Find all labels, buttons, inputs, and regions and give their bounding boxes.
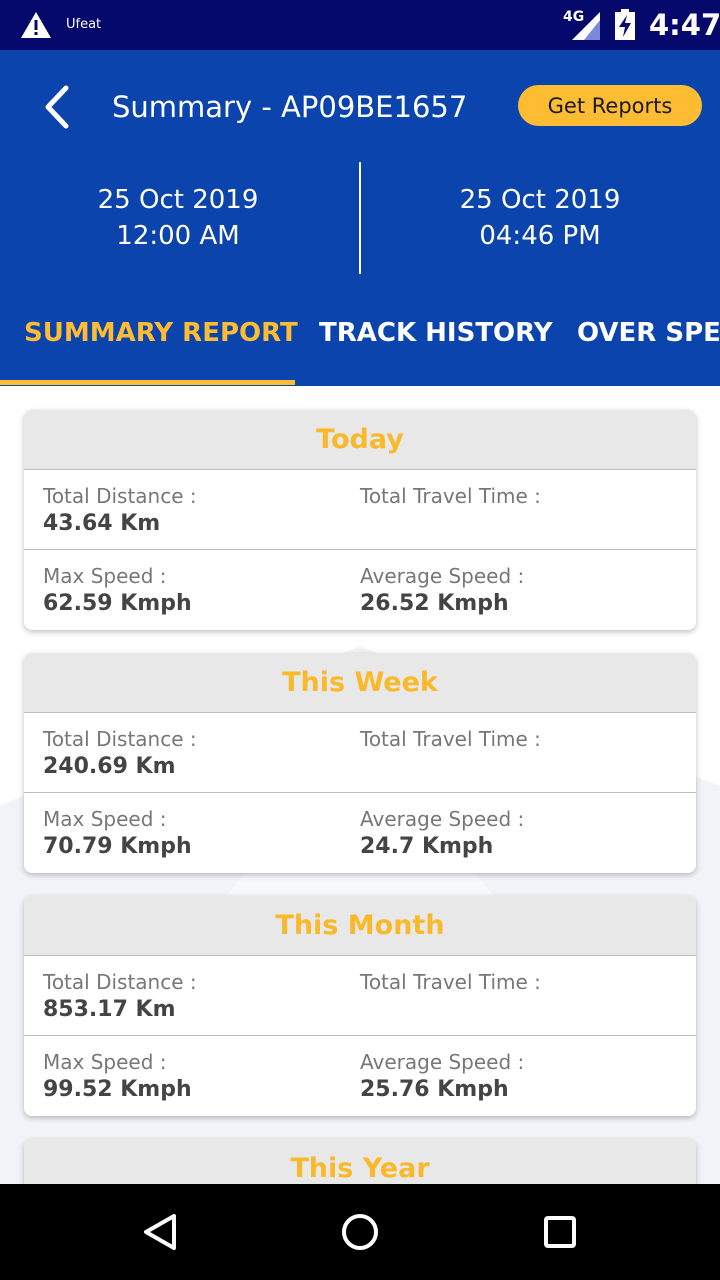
nav-home-icon[interactable] — [338, 1210, 382, 1254]
average-speed-label: Average Speed : — [360, 807, 525, 831]
tab-summary-report[interactable]: SUMMARY REPORT — [24, 318, 298, 348]
total-distance-value: 240.69 Km — [43, 754, 176, 779]
nav-back-icon[interactable] — [138, 1210, 182, 1254]
card-row: Total Distance : 853.17 Km Total Travel … — [24, 956, 696, 1036]
summary-card-this-week: This Week Total Distance : 240.69 Km Tot… — [24, 653, 696, 873]
card-row: Total Distance : 240.69 Km Total Travel … — [24, 713, 696, 793]
warning-icon — [21, 12, 51, 38]
total-distance-label: Total Distance : — [43, 727, 197, 751]
report-tabs: SUMMARY REPORT TRACK HISTORY OVER SPEE — [0, 304, 720, 386]
card-title: This Year — [24, 1139, 696, 1184]
from-time: 12:00 AM — [116, 221, 240, 251]
to-date: 25 Oct 2019 — [459, 185, 621, 215]
max-speed-value: 62.59 Kmph — [43, 591, 192, 616]
max-speed-label: Max Speed : — [43, 1050, 167, 1074]
tab-over-speed[interactable]: OVER SPEE — [577, 318, 720, 348]
tab-track-history[interactable]: TRACK HISTORY — [319, 318, 553, 348]
date-divider — [359, 162, 361, 274]
card-row: Max Speed : 99.52 Kmph Average Speed : 2… — [24, 1036, 696, 1116]
max-speed-value: 99.52 Kmph — [43, 1077, 192, 1102]
back-arrow-icon[interactable] — [36, 84, 80, 130]
average-speed-value: 26.52 Kmph — [360, 591, 509, 616]
summary-card-this-year: This Year — [24, 1139, 696, 1184]
system-nav-bar — [0, 1184, 720, 1280]
card-title: This Month — [24, 896, 696, 956]
get-reports-button[interactable]: Get Reports — [518, 85, 702, 126]
total-distance-value: 43.64 Km — [43, 511, 161, 536]
from-date: 25 Oct 2019 — [97, 185, 259, 215]
signal-icon — [572, 12, 600, 40]
clock: 4:47 — [649, 8, 720, 42]
summary-content[interactable]: Today Total Distance : 43.64 Km Total Tr… — [0, 386, 720, 1184]
total-travel-time-label: Total Travel Time : — [360, 727, 541, 751]
battery-charging-icon — [615, 9, 635, 40]
app-header: Summary - AP09BE1657 Get Reports 25 Oct … — [0, 50, 720, 386]
max-speed-label: Max Speed : — [43, 807, 167, 831]
from-date-picker[interactable]: 25 Oct 2019 12:00 AM — [28, 182, 328, 254]
max-speed-value: 70.79 Kmph — [43, 834, 192, 859]
active-tab-indicator — [0, 380, 295, 385]
average-speed-value: 24.7 Kmph — [360, 834, 494, 859]
total-travel-time-label: Total Travel Time : — [360, 484, 541, 508]
summary-card-today: Today Total Distance : 43.64 Km Total Tr… — [24, 410, 696, 630]
card-row: Max Speed : 70.79 Kmph Average Speed : 2… — [24, 793, 696, 873]
card-title: This Week — [24, 653, 696, 713]
page-title: Summary - AP09BE1657 — [112, 90, 468, 124]
average-speed-value: 25.76 Kmph — [360, 1077, 509, 1102]
total-distance-value: 853.17 Km — [43, 997, 176, 1022]
nav-recent-icon[interactable] — [538, 1210, 582, 1254]
status-bar: Ufeat 4G 4:47 — [0, 0, 720, 50]
total-distance-label: Total Distance : — [43, 484, 197, 508]
total-distance-label: Total Distance : — [43, 970, 197, 994]
to-time: 04:46 PM — [479, 221, 601, 251]
carrier-label: Ufeat — [66, 17, 102, 32]
card-row: Max Speed : 62.59 Kmph Average Speed : 2… — [24, 550, 696, 630]
to-date-picker[interactable]: 25 Oct 2019 04:46 PM — [390, 182, 690, 254]
total-travel-time-label: Total Travel Time : — [360, 970, 541, 994]
card-row: Total Distance : 43.64 Km Total Travel T… — [24, 470, 696, 550]
card-title: Today — [24, 410, 696, 470]
summary-card-this-month: This Month Total Distance : 853.17 Km To… — [24, 896, 696, 1116]
average-speed-label: Average Speed : — [360, 1050, 525, 1074]
average-speed-label: Average Speed : — [360, 564, 525, 588]
max-speed-label: Max Speed : — [43, 564, 167, 588]
